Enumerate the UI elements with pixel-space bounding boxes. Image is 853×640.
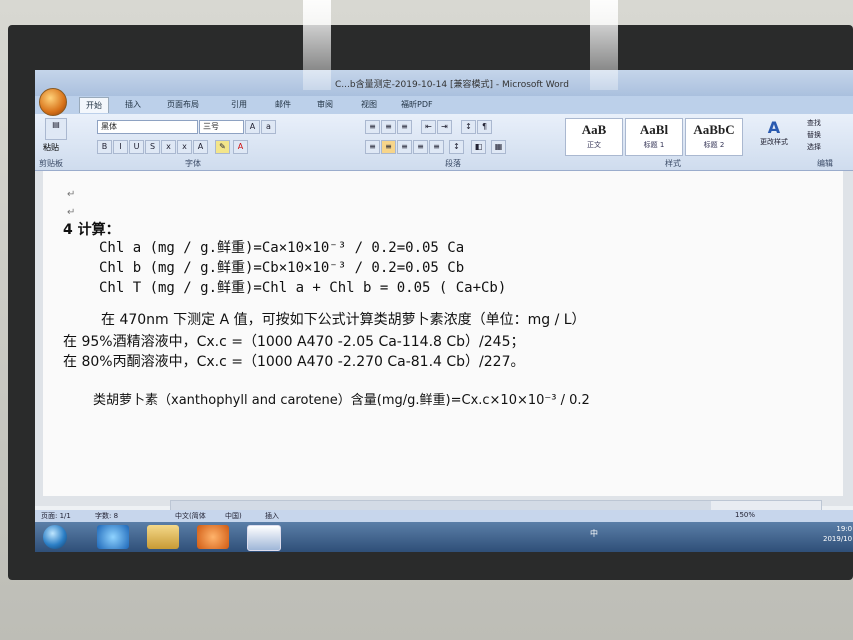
zoom-level[interactable]: 150% bbox=[735, 511, 755, 519]
paste-icon[interactable]: ▤ bbox=[45, 118, 67, 140]
style-heading-2-name: 标题 2 bbox=[703, 141, 725, 149]
status-region[interactable]: 中国) bbox=[225, 511, 242, 521]
office-button[interactable] bbox=[39, 88, 67, 116]
word-taskbar-icon[interactable] bbox=[247, 525, 281, 551]
bold-icon[interactable]: B bbox=[97, 140, 112, 154]
status-words[interactable]: 字数: 8 bbox=[95, 511, 118, 521]
media-player-icon[interactable] bbox=[197, 525, 229, 549]
tab-foxit-pdf[interactable]: 福昕PDF bbox=[401, 99, 433, 110]
style-normal-name: 正文 bbox=[587, 141, 601, 149]
clock-date: 2019/10 bbox=[823, 535, 853, 543]
replace-button[interactable]: 替换 bbox=[807, 130, 821, 140]
group-paragraph-label: 段落 bbox=[445, 159, 461, 168]
line-spacing-icon[interactable]: ↕ bbox=[449, 140, 464, 154]
formula-chl-a: Chl a (mg / g.鲜重)=Ca×10×10⁻³ / 0.2=0.05 … bbox=[99, 240, 465, 256]
underline-icon[interactable]: U bbox=[129, 140, 144, 154]
justify-icon[interactable]: ≡ bbox=[413, 140, 428, 154]
tab-home[interactable]: 开始 bbox=[79, 97, 109, 113]
bullets-icon[interactable]: ≡ bbox=[365, 120, 380, 134]
scrollbar-thumb[interactable] bbox=[171, 501, 711, 510]
clock-time: 19:0 bbox=[836, 525, 853, 533]
style-heading-1[interactable]: AaBl 标题 1 bbox=[625, 118, 683, 156]
tab-mailings[interactable]: 邮件 bbox=[275, 99, 291, 110]
group-font-label: 字体 bbox=[185, 159, 201, 168]
carotenoid-content-formula: 类胡萝卜素（xanthophyll and carotene）含量(mg/g.鲜… bbox=[93, 393, 590, 408]
align-center-icon[interactable]: ≡ bbox=[381, 140, 396, 154]
group-styles-label: 样式 bbox=[665, 159, 681, 168]
strikethrough-icon[interactable]: S bbox=[145, 140, 160, 154]
multilevel-list-icon[interactable]: ≡ bbox=[397, 120, 412, 134]
document-area: ↵ ↵ 4 计算： Chl a (mg / g.鲜重)=Ca×10×10⁻³ /… bbox=[35, 171, 853, 506]
style-heading-1-sample: AaBl bbox=[639, 122, 669, 137]
tab-view[interactable]: 视图 bbox=[361, 99, 377, 110]
font-name-box[interactable]: 黑体 bbox=[97, 120, 198, 134]
tray-clock[interactable]: 19:0 2019/10 bbox=[823, 524, 852, 544]
tray-ime-indicator[interactable]: 中 bbox=[590, 528, 598, 539]
formula-chl-t: Chl T (mg / g.鲜重)=Chl a + Chl b = 0.05 (… bbox=[99, 280, 507, 296]
paragraph-mark: ↵ bbox=[67, 207, 76, 218]
calc-heading: 4 计算： bbox=[63, 222, 120, 238]
status-bar: 页面: 1/1 字数: 8 中文(简体 中国) 插入 150% bbox=[35, 510, 853, 522]
italic-icon[interactable]: I bbox=[113, 140, 128, 154]
formula-ethanol: 在 95%酒精溶液中，Cx.c =（1000 A470 -2.05 Ca-114… bbox=[63, 334, 525, 350]
tab-page-layout[interactable]: 页面布局 bbox=[167, 99, 199, 110]
start-button-icon[interactable] bbox=[43, 525, 67, 549]
tab-references[interactable]: 引用 bbox=[231, 99, 247, 110]
shading-icon[interactable]: ◧ bbox=[471, 140, 486, 154]
screen-glare bbox=[303, 0, 331, 90]
align-left-icon[interactable]: ≡ bbox=[365, 140, 380, 154]
formula-acetone: 在 80%丙酮溶液中，Cx.c =（1000 A470 -2.270 Ca-81… bbox=[63, 354, 525, 370]
borders-icon[interactable]: ▦ bbox=[491, 140, 506, 154]
find-button[interactable]: 查找 bbox=[807, 118, 821, 128]
style-normal[interactable]: AaB 正文 bbox=[565, 118, 623, 156]
font-size-box[interactable]: 三号 bbox=[199, 120, 244, 134]
title-bar: C...b含量测定-2019-10-14 [兼容模式] - Microsoft … bbox=[35, 70, 853, 96]
screen-glare bbox=[590, 0, 618, 90]
ribbon-tabs: 开始 插入 页面布局 引用 邮件 审阅 视图 福昕PDF bbox=[35, 96, 853, 114]
status-page[interactable]: 页面: 1/1 bbox=[41, 511, 71, 521]
paste-label: 粘贴 bbox=[43, 143, 59, 152]
subscript-icon[interactable]: x bbox=[161, 140, 176, 154]
superscript-icon[interactable]: x bbox=[177, 140, 192, 154]
file-explorer-icon[interactable] bbox=[147, 525, 179, 549]
style-normal-sample: AaB bbox=[581, 122, 607, 137]
paragraph-mark: ↵ bbox=[67, 189, 76, 200]
tab-review[interactable]: 审阅 bbox=[317, 99, 333, 110]
document-page[interactable]: ↵ ↵ 4 计算： Chl a (mg / g.鲜重)=Ca×10×10⁻³ /… bbox=[43, 171, 843, 496]
status-language[interactable]: 中文(简体 bbox=[175, 511, 206, 521]
group-clipboard-label: 剪贴板 bbox=[39, 159, 63, 168]
status-insert-mode[interactable]: 插入 bbox=[265, 511, 279, 521]
highlight-icon[interactable]: ✎ bbox=[215, 140, 230, 154]
sort-icon[interactable]: ↕ bbox=[461, 120, 476, 134]
style-heading-2-sample: AaBbC bbox=[693, 122, 735, 137]
change-styles-button[interactable]: A 更改样式 bbox=[751, 118, 797, 156]
formula-chl-b: Chl b (mg / g.鲜重)=Cb×10×10⁻³ / 0.2=0.05 … bbox=[99, 260, 465, 276]
increase-indent-icon[interactable]: ⇥ bbox=[437, 120, 452, 134]
font-color-icon[interactable]: A bbox=[233, 140, 248, 154]
carotenoid-intro: 在 470nm 下测定 A 值，可按如下公式计算类胡萝卜素浓度（单位：mg / … bbox=[101, 312, 586, 328]
taskbar: 中 19:0 2019/10 bbox=[35, 522, 853, 552]
grow-font-icon[interactable]: A bbox=[245, 120, 260, 134]
select-button[interactable]: 选择 bbox=[807, 142, 821, 152]
numbering-icon[interactable]: ≡ bbox=[381, 120, 396, 134]
change-case-icon[interactable]: A bbox=[193, 140, 208, 154]
screen: C...b含量测定-2019-10-14 [兼容模式] - Microsoft … bbox=[35, 70, 853, 552]
change-styles-label: 更改样式 bbox=[760, 138, 788, 146]
change-styles-icon: A bbox=[767, 118, 781, 137]
window-title: C...b含量测定-2019-10-14 [兼容模式] - Microsoft … bbox=[335, 80, 569, 90]
style-heading-2[interactable]: AaBbC 标题 2 bbox=[685, 118, 743, 156]
decrease-indent-icon[interactable]: ⇤ bbox=[421, 120, 436, 134]
distribute-icon[interactable]: ≡ bbox=[429, 140, 444, 154]
align-right-icon[interactable]: ≡ bbox=[397, 140, 412, 154]
tab-insert[interactable]: 插入 bbox=[125, 99, 141, 110]
style-heading-1-name: 标题 1 bbox=[643, 141, 665, 149]
ribbon: ▤ 粘贴 剪贴板 黑体 三号 A a B I U S x x A ✎ A 字体 … bbox=[35, 114, 853, 171]
show-marks-icon[interactable]: ¶ bbox=[477, 120, 492, 134]
shrink-font-icon[interactable]: a bbox=[261, 120, 276, 134]
group-editing-label: 编辑 bbox=[817, 159, 833, 168]
ie-browser-icon[interactable] bbox=[97, 525, 129, 549]
